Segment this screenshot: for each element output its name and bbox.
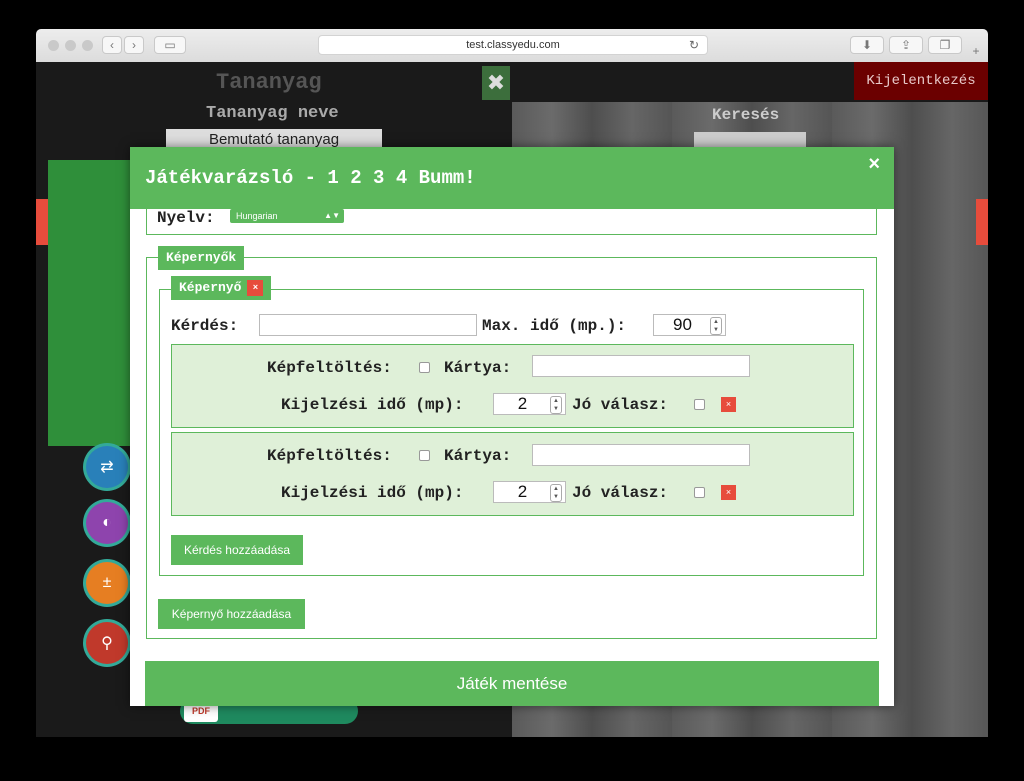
sidebar-icon: ▭ bbox=[164, 38, 176, 52]
map-icon[interactable]: ⇄ bbox=[86, 446, 128, 488]
remove-card-button-1[interactable]: × bbox=[721, 397, 736, 412]
display-time-value-1: 2 bbox=[517, 394, 528, 413]
background-title: Tananyag bbox=[216, 70, 322, 95]
remove-screen-button[interactable]: × bbox=[247, 279, 264, 296]
add-question-button[interactable]: Kérdés hozzáadása bbox=[171, 535, 303, 565]
stepper-icon[interactable]: ▲ ▼ bbox=[710, 317, 722, 335]
forward-button[interactable]: › bbox=[124, 36, 144, 54]
image-upload-label-2: Képfeltöltés: bbox=[267, 447, 392, 465]
plus-icon: + bbox=[972, 44, 980, 58]
chevron-left-icon: ‹ bbox=[110, 38, 114, 52]
new-tab-button[interactable]: + bbox=[966, 41, 986, 61]
language-select[interactable]: Hungarian ▲▼ bbox=[230, 209, 344, 223]
display-time-value-2: 2 bbox=[517, 482, 528, 501]
download-icon: ⬇ bbox=[861, 38, 873, 52]
add-screen-button[interactable]: Képernyő hozzáadása bbox=[158, 599, 305, 629]
display-time-input-1[interactable]: 2 ▲ ▼ bbox=[493, 393, 566, 415]
correct-answer-checkbox-1[interactable] bbox=[694, 399, 705, 410]
close-panel-icon[interactable]: ✖ bbox=[482, 66, 510, 100]
screen-legend-label: Képernyő bbox=[179, 280, 242, 295]
share-button[interactable]: ⇪ bbox=[889, 36, 923, 54]
zoom-window-dot[interactable] bbox=[82, 40, 93, 51]
remove-card-button-2[interactable]: × bbox=[721, 485, 736, 500]
share-icon: ⇪ bbox=[900, 38, 912, 52]
reload-icon[interactable]: ↻ bbox=[689, 38, 699, 52]
sidebar-toggle-button[interactable]: ▭ bbox=[154, 36, 186, 54]
save-game-button[interactable]: Játék mentése bbox=[145, 661, 879, 706]
url-text: test.classyedu.com bbox=[466, 39, 560, 51]
correct-answer-label-1: Jó válasz: bbox=[572, 396, 669, 414]
display-time-label-1: Kijelzési idő (mp): bbox=[281, 396, 464, 414]
left-red-tab[interactable] bbox=[36, 199, 48, 245]
correct-answer-checkbox-2[interactable] bbox=[694, 487, 705, 498]
math-icon[interactable]: ± bbox=[86, 562, 128, 604]
image-upload-label-1: Képfeltöltés: bbox=[267, 359, 392, 377]
modal-title: Játékvarázsló - 1 2 3 4 Bumm! bbox=[145, 167, 476, 189]
chevron-right-icon: › bbox=[132, 38, 136, 52]
card-input-2[interactable] bbox=[532, 444, 750, 466]
card-input-1[interactable] bbox=[532, 355, 750, 377]
address-bar[interactable]: test.classyedu.com ↻ bbox=[318, 35, 708, 55]
right-red-tab[interactable] bbox=[976, 199, 988, 245]
max-time-label: Max. idő (mp.): bbox=[482, 317, 627, 335]
stepper-icon[interactable]: ▲ ▼ bbox=[550, 484, 562, 502]
downloads-button[interactable]: ⬇ bbox=[850, 36, 884, 54]
question-input[interactable] bbox=[259, 314, 477, 336]
image-upload-checkbox-2[interactable] bbox=[419, 450, 430, 461]
screen-legend: Képernyő × bbox=[171, 276, 272, 300]
fish-icon[interactable]: ◐ bbox=[86, 502, 128, 544]
close-window-dot[interactable] bbox=[48, 40, 59, 51]
screens-legend: Képernyők bbox=[158, 246, 245, 270]
minimize-window-dot[interactable] bbox=[65, 40, 76, 51]
question-label: Kérdés: bbox=[171, 317, 239, 335]
language-label: Nyelv: bbox=[157, 209, 215, 227]
search-label: Keresés bbox=[712, 106, 780, 124]
card-panel-1 bbox=[171, 344, 854, 428]
logout-button[interactable]: Kijelentkezés bbox=[854, 62, 988, 100]
card-label-2: Kártya: bbox=[444, 447, 512, 465]
chevron-up-down-icon: ▲▼ bbox=[324, 211, 340, 220]
balloon-icon[interactable]: ⚲ bbox=[86, 622, 128, 664]
modal-header: Játékvarázsló - 1 2 3 4 Bumm! × bbox=[130, 147, 894, 209]
stepper-icon[interactable]: ▲ ▼ bbox=[550, 396, 562, 414]
card-panel-2 bbox=[171, 432, 854, 516]
max-time-input[interactable]: 90 ▲ ▼ bbox=[653, 314, 726, 336]
tabs-button[interactable]: ❐ bbox=[928, 36, 962, 54]
language-select-value: Hungarian bbox=[236, 211, 278, 221]
max-time-value: 90 bbox=[673, 315, 692, 334]
back-button[interactable]: ‹ bbox=[102, 36, 122, 54]
image-upload-checkbox-1[interactable] bbox=[419, 362, 430, 373]
background-subtitle: Tananyag neve bbox=[206, 104, 339, 123]
modal-close-icon[interactable]: × bbox=[868, 153, 880, 176]
game-wizard-modal: Játékvarázsló - 1 2 3 4 Bumm! × Nyelv: H… bbox=[130, 147, 894, 706]
card-label-1: Kártya: bbox=[444, 359, 512, 377]
correct-answer-label-2: Jó válasz: bbox=[572, 484, 669, 502]
browser-titlebar: ‹ › ▭ test.classyedu.com ↻ ⬇ ⇪ ❐ + bbox=[36, 29, 988, 63]
green-block bbox=[48, 160, 134, 446]
tabs-icon: ❐ bbox=[939, 38, 951, 52]
display-time-label-2: Kijelzési idő (mp): bbox=[281, 484, 464, 502]
display-time-input-2[interactable]: 2 ▲ ▼ bbox=[493, 481, 566, 503]
